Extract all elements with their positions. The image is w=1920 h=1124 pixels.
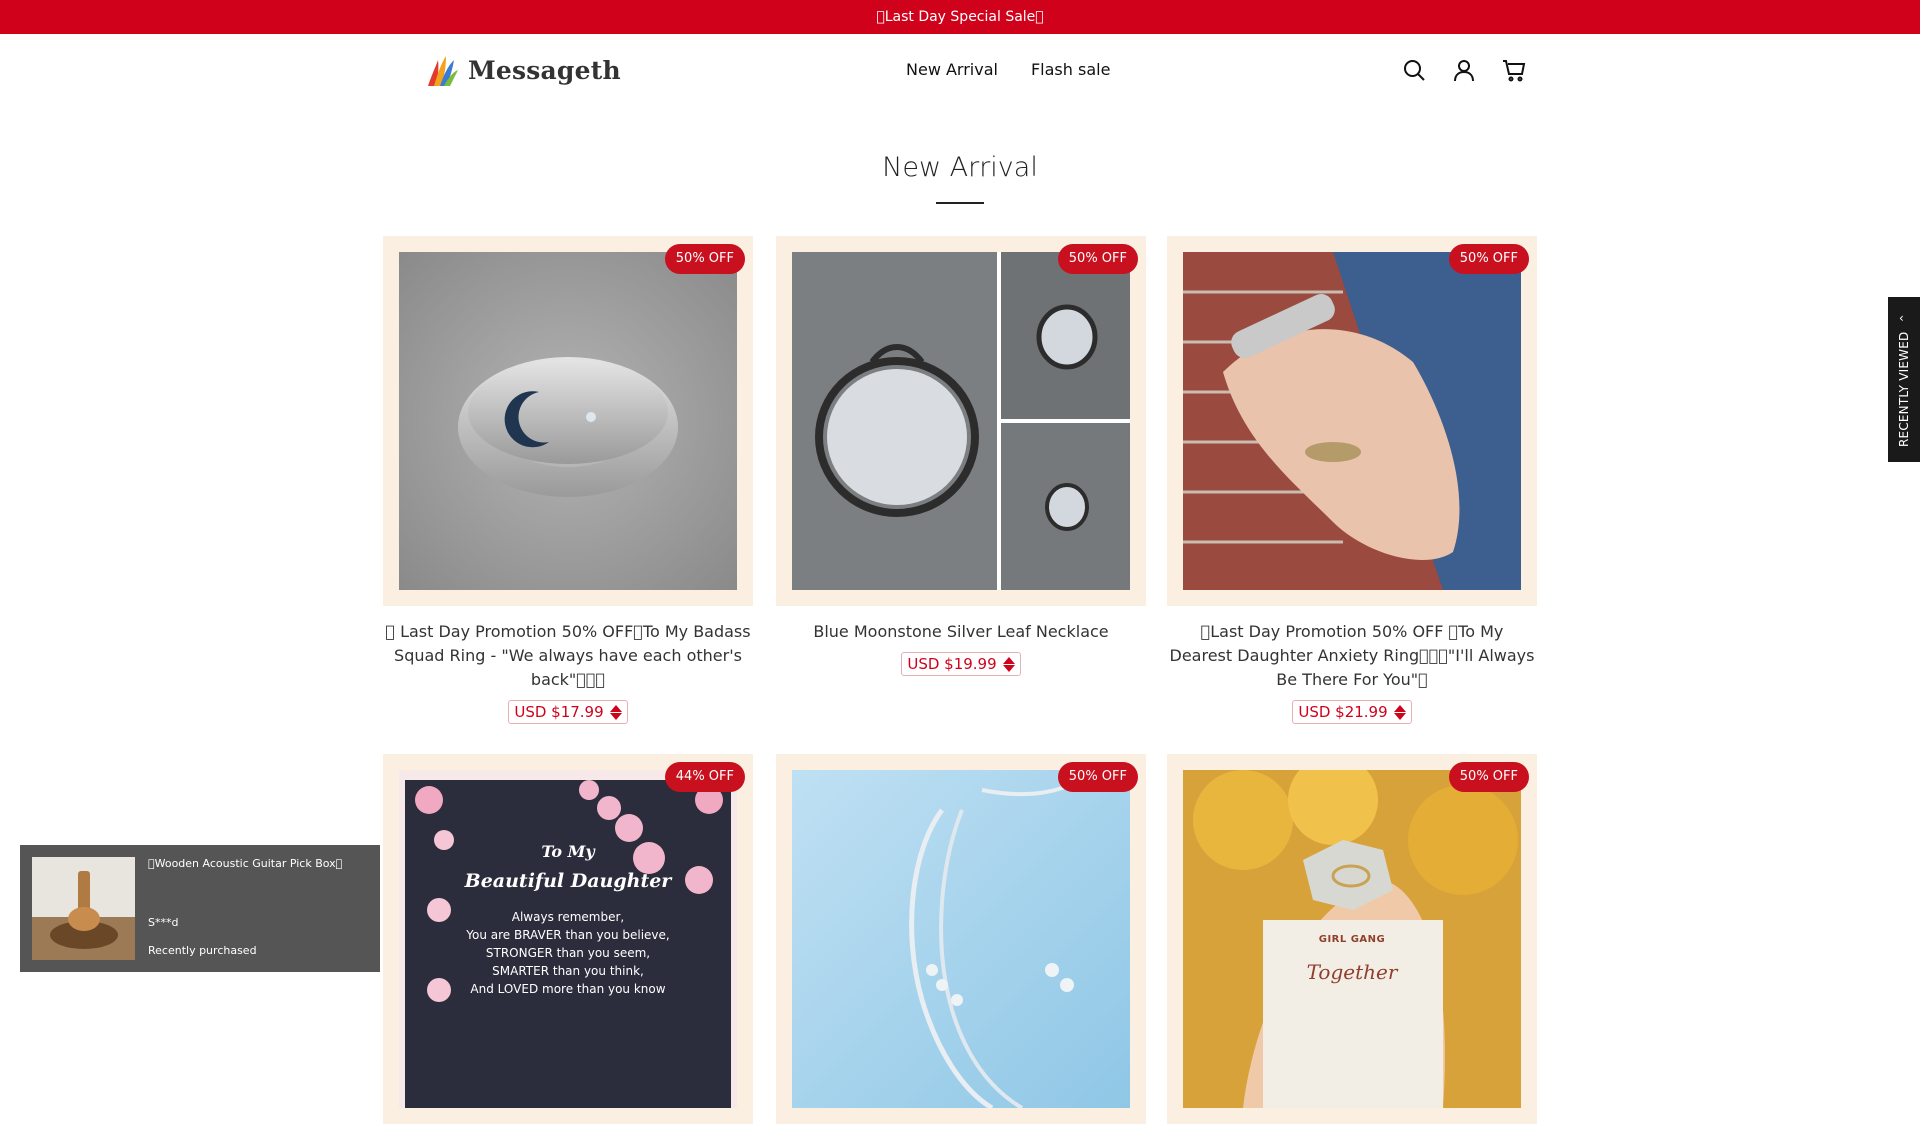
- main-nav: New Arrival Flash sale: [906, 60, 1110, 79]
- product-card[interactable]: 50% OFF  Last Day Promotion 50% OFF  To …: [1167, 236, 1537, 724]
- product-card[interactable]: To My Beautiful Daughter Always remember…: [383, 754, 753, 1124]
- image-text-line1: To My: [541, 842, 595, 861]
- search-icon[interactable]: [1402, 58, 1426, 82]
- toast-user: S***d: [148, 916, 179, 929]
- price-value: USD $17.99: [514, 703, 604, 721]
- recently-viewed-label: RECENTLY VIEWED: [1897, 331, 1911, 447]
- cart-icon[interactable]: [1502, 58, 1526, 82]
- product-image[interactable]: [792, 252, 1130, 590]
- product-price: USD $19.99: [901, 652, 1021, 676]
- toast-status: Recently purchased: [148, 944, 257, 957]
- product-name[interactable]:   Last Day Promotion 50% OFF To My Badas…: [383, 620, 753, 692]
- image-text-line1: GIRL GANG: [1318, 934, 1386, 945]
- nav-new-arrival[interactable]: New Arrival: [906, 60, 998, 79]
- product-card[interactable]: 50% OFF   Last Day Promotion 50% OFF To …: [383, 236, 753, 724]
- announcement-bar[interactable]:  Last Day Special Sale : [0, 0, 1920, 34]
- product-image-frame[interactable]: To My Beautiful Daughter Always remember…: [383, 754, 753, 1124]
- site-header: Messageth New Arrival Flash sale: [0, 34, 1920, 108]
- section-title: New Arrival: [882, 152, 1038, 183]
- price-sort-icon: [1002, 656, 1015, 672]
- discount-badge: 50% OFF: [664, 244, 745, 274]
- logo-icon: [428, 56, 458, 86]
- user-icon[interactable]: [1452, 58, 1476, 82]
- toast-title[interactable]:  Wooden Acoustic Guitar Pick Box : [148, 857, 342, 870]
- recent-purchase-toast[interactable]:  Wooden Acoustic Guitar Pick Box  S***d …: [20, 845, 380, 972]
- product-image-frame[interactable]: 50% OFF: [383, 236, 753, 606]
- price-value: USD $19.99: [907, 655, 997, 673]
- recently-viewed-tab[interactable]: ‹ RECENTLY VIEWED: [1888, 297, 1920, 462]
- product-image[interactable]: [792, 770, 1130, 1108]
- product-card[interactable]: 50% OFF: [776, 754, 1146, 1124]
- product-image[interactable]: [1183, 252, 1521, 590]
- product-image-frame[interactable]: 50% OFF: [1167, 236, 1537, 606]
- image-text-body-line: STRONGER than you seem,: [485, 946, 651, 960]
- product-price: USD $21.99: [1292, 700, 1412, 724]
- announcement-text:  Last Day Special Sale : [876, 9, 1044, 25]
- image-text-line2: Together: [1306, 960, 1398, 984]
- chevron-left-icon: ‹: [1899, 311, 1904, 325]
- image-text-line2: Beautiful Daughter: [464, 870, 672, 892]
- header-icons: [1402, 58, 1526, 82]
- product-image[interactable]: [399, 252, 737, 590]
- section-title-divider: [936, 202, 984, 204]
- product-card[interactable]: 50% OFF Blue Moonstone Silver Leaf Neckl…: [776, 236, 1146, 676]
- product-card[interactable]: GIRL GANG Together 50% OFF: [1167, 754, 1537, 1124]
- toast-product-image[interactable]: [32, 857, 135, 960]
- price-sort-icon: [609, 704, 622, 720]
- discount-badge: 44% OFF: [664, 762, 745, 792]
- price-value: USD $21.99: [1298, 703, 1388, 721]
- logo[interactable]: Messageth: [426, 52, 621, 88]
- logo-text: Messageth: [468, 55, 621, 85]
- image-text-body-line: You are BRAVER than you believe,: [466, 928, 670, 942]
- discount-badge: 50% OFF: [1057, 244, 1138, 274]
- discount-badge: 50% OFF: [1057, 762, 1138, 792]
- product-price: USD $17.99: [508, 700, 628, 724]
- nav-flash-sale[interactable]: Flash sale: [1031, 60, 1110, 79]
- product-name[interactable]:  Last Day Promotion 50% OFF  To My Deare…: [1167, 620, 1537, 692]
- discount-badge: 50% OFF: [1448, 762, 1529, 792]
- discount-badge: 50% OFF: [1448, 244, 1529, 274]
- product-name[interactable]: Blue Moonstone Silver Leaf Necklace: [776, 620, 1146, 644]
- image-text-body-line: Always remember,: [511, 910, 625, 924]
- image-text-body: Always remember, You are BRAVER than you…: [383, 908, 753, 998]
- product-image-frame[interactable]: 50% OFF: [776, 236, 1146, 606]
- image-text-body-line: And LOVED more than you know: [470, 982, 666, 996]
- price-sort-icon: [1393, 704, 1406, 720]
- image-text-body-line: SMARTER than you think,: [492, 964, 644, 978]
- product-image-frame[interactable]: GIRL GANG Together 50% OFF: [1167, 754, 1537, 1124]
- product-image-frame[interactable]: 50% OFF: [776, 754, 1146, 1124]
